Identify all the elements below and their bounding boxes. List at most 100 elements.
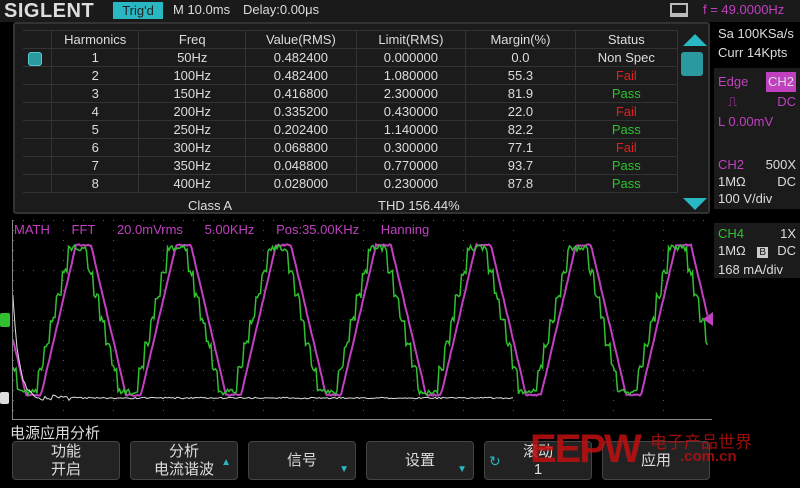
table-cell: 0.202400 — [246, 121, 356, 139]
row-gutter — [23, 157, 52, 175]
table-row[interactable]: 3 150Hz 0.416800 2.300000 81.9 Pass — [23, 85, 678, 103]
table-cell: 81.9 — [466, 85, 575, 103]
table-cell: 0.416800 — [246, 85, 356, 103]
table-cell: 5 — [52, 121, 139, 139]
math-marker-icon[interactable] — [0, 392, 9, 404]
timebase[interactable]: M 10.0ms — [173, 2, 230, 17]
column-header: Margin(%) — [466, 31, 575, 49]
row-gutter — [23, 121, 52, 139]
table-cell: 300Hz — [139, 139, 246, 157]
trigger-status: Trig'd — [113, 2, 163, 19]
ch4-coupling: DC — [777, 242, 796, 259]
table-cell: 2 — [52, 67, 139, 85]
menu-title: 电源应用分析 — [10, 422, 100, 443]
table-cell: 1.080000 — [356, 67, 466, 85]
arrow-up-icon: ▲ — [221, 454, 231, 472]
table-row[interactable]: 1 50Hz 0.482400 0.000000 0.0 Non Spec — [23, 49, 678, 67]
table-row[interactable]: 4 200Hz 0.335200 0.430000 22.0 Fail — [23, 103, 678, 121]
table-cell: 250Hz — [139, 121, 246, 139]
table-cell: 87.8 — [466, 175, 575, 193]
watermark-url: .com.cn — [680, 448, 737, 465]
table-cell: 0.430000 — [356, 103, 466, 121]
ch4-impedance: 1MΩ — [718, 243, 746, 258]
scrollbar-thumb[interactable] — [681, 52, 703, 76]
table-cell: 0.482400 — [246, 49, 356, 67]
trigger-delay[interactable]: Delay:0.00μs — [243, 2, 319, 17]
math-pos: Pos:35.00KHz — [276, 222, 359, 237]
waveform-display[interactable] — [12, 220, 712, 420]
arrow-down-icon: ▼ — [457, 452, 467, 488]
math-window: Hanning — [381, 222, 429, 237]
table-cell: 0.068800 — [246, 139, 356, 157]
math-span: 5.00KHz — [205, 222, 255, 237]
computer-icon — [670, 3, 688, 17]
table-cell: 100Hz — [139, 67, 246, 85]
scroll-down-icon[interactable] — [683, 198, 707, 210]
table-cell: 2.300000 — [356, 85, 466, 103]
row-gutter — [23, 103, 52, 121]
table-cell: 4 — [52, 103, 139, 121]
ch4-info[interactable]: CH4 1X 1MΩ B DC 168 mA/div — [714, 223, 800, 278]
ch4-marker-icon[interactable] — [0, 313, 10, 327]
table-cell: 0.000000 — [356, 49, 466, 67]
column-header: Status — [575, 31, 677, 49]
rotate-knob-icon: ↻ — [489, 452, 501, 470]
table-cell: 0.048800 — [246, 157, 356, 175]
table-row[interactable]: 7 350Hz 0.048800 0.770000 93.7 Pass — [23, 157, 678, 175]
table-cell: 22.0 — [466, 103, 575, 121]
row-gutter — [23, 85, 52, 103]
frequency-counter: f = 49.0000Hz — [703, 2, 784, 17]
button-sublabel: 开启 — [13, 461, 119, 479]
table-cell: 0.300000 — [356, 139, 466, 157]
math-scale: 20.0mVrms — [117, 222, 183, 237]
ch2-label: CH2 — [718, 157, 744, 172]
table-cell: 150Hz — [139, 85, 246, 103]
thd-value: THD 156.44% — [378, 198, 460, 213]
arrow-down-icon: ▼ — [339, 452, 349, 488]
table-cell: Fail — [575, 139, 677, 157]
table-cell: 0.230000 — [356, 175, 466, 193]
table-cell: 0.482400 — [246, 67, 356, 85]
menu-button-4[interactable]: 设置 ▼ — [366, 441, 474, 480]
table-cell: Fail — [575, 103, 677, 121]
table-cell: 0.335200 — [246, 103, 356, 121]
trigger-level-icon[interactable] — [703, 312, 713, 326]
table-cell: 1.140000 — [356, 121, 466, 139]
ch4-probe: 1X — [780, 225, 796, 242]
table-cell: Fail — [575, 67, 677, 85]
harmonics-panel: Harmonics Freq Value(RMS) Limit(RMS) Margin(… — [13, 22, 710, 214]
trigger-info[interactable]: Edge CH2 ⎍ DC L 0.00mV — [714, 68, 800, 156]
menu-button-3[interactable]: 信号 ▼ — [248, 441, 356, 480]
menu-button-1[interactable]: 功能 开启 — [12, 441, 120, 480]
table-cell: Pass — [575, 157, 677, 175]
trigger-coupling: DC — [777, 92, 796, 112]
scroll-up-icon[interactable] — [683, 34, 707, 46]
brand-logo: SIGLENT — [4, 0, 94, 23]
table-row[interactable]: 6 300Hz 0.068800 0.300000 77.1 Fail — [23, 139, 678, 157]
ch2-info[interactable]: CH2 500X 1MΩ DC 100 V/div — [714, 154, 800, 209]
menu-button-2[interactable]: 分析 电流谐波 ▲ — [130, 441, 238, 480]
row-gutter — [23, 67, 52, 85]
table-cell: 400Hz — [139, 175, 246, 193]
table-cell: 50Hz — [139, 49, 246, 67]
trigger-source: CH2 — [766, 72, 796, 92]
memory-depth: Curr 14Kpts — [718, 43, 796, 62]
table-cell: 82.2 — [466, 121, 575, 139]
table-cell: Pass — [575, 175, 677, 193]
bandwidth-limit-icon: B — [757, 247, 768, 258]
table-cell: Pass — [575, 85, 677, 103]
math-mode: FFT — [72, 222, 96, 237]
button-label: 功能 — [13, 443, 119, 461]
table-row[interactable]: 5 250Hz 0.202400 1.140000 82.2 Pass — [23, 121, 678, 139]
row-gutter — [23, 49, 52, 67]
row-gutter — [23, 175, 52, 193]
table-cell: 6 — [52, 139, 139, 157]
table-row[interactable]: 8 400Hz 0.028000 0.230000 87.8 Pass — [23, 175, 678, 193]
ch2-scale: 100 V/div — [718, 190, 796, 207]
table-cell: 77.1 — [466, 139, 575, 157]
column-header: Value(RMS) — [246, 31, 356, 49]
table-cell: 350Hz — [139, 157, 246, 175]
table-cell: 55.3 — [466, 67, 575, 85]
table-row[interactable]: 2 100Hz 0.482400 1.080000 55.3 Fail — [23, 67, 678, 85]
trigger-level: L 0.00mV — [718, 112, 796, 132]
